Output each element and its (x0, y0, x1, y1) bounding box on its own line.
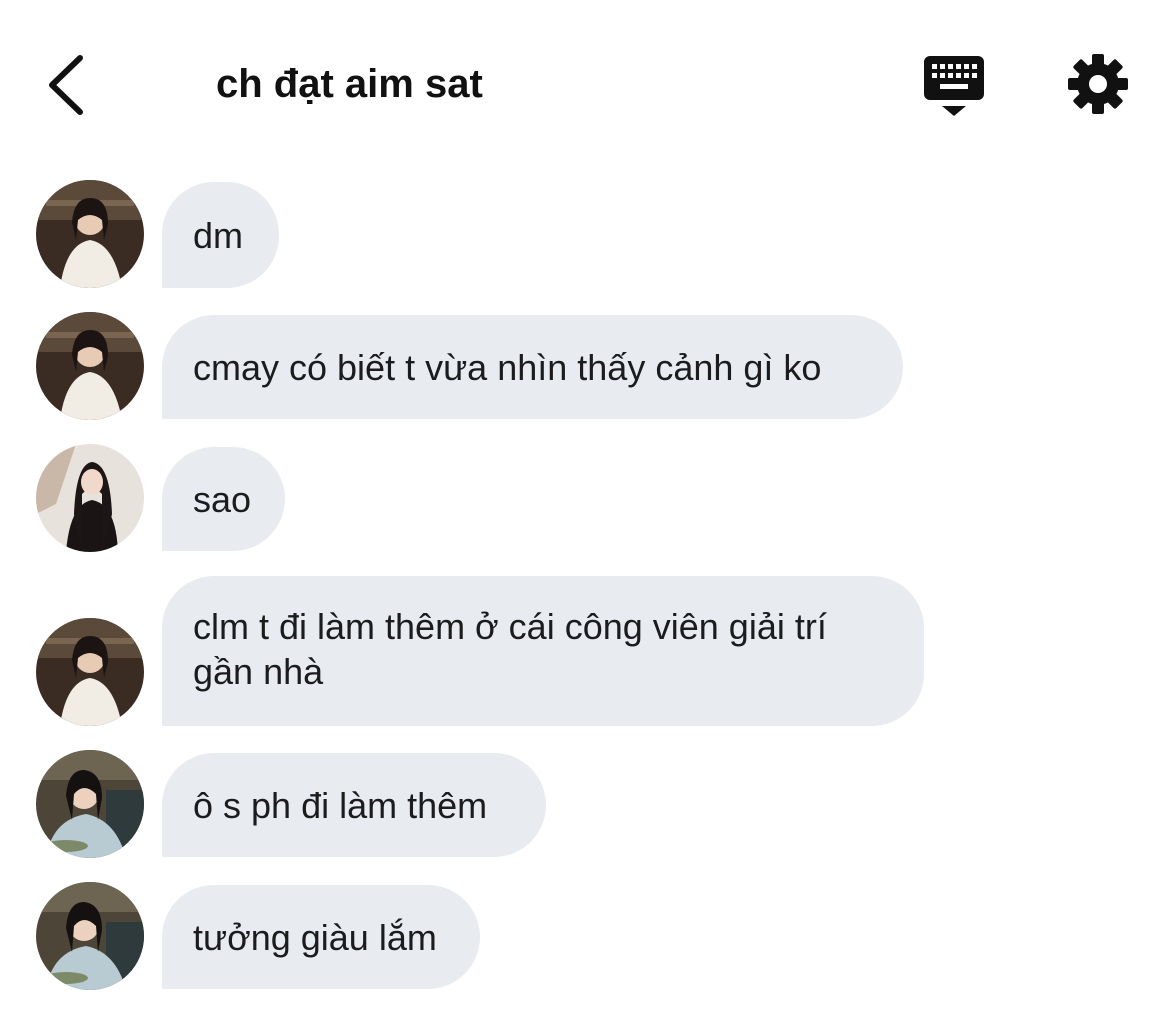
message-row: ô s ph đi làm thêm (0, 750, 1170, 860)
keyboard-icon (924, 56, 984, 116)
message-bubble[interactable]: sao (162, 447, 285, 551)
chat-title: ch đạt aim sat (216, 62, 483, 106)
message-bubble[interactable]: dm (162, 182, 279, 288)
avatar[interactable] (36, 750, 144, 858)
message-bubble[interactable]: tưởng giàu lắm (162, 885, 480, 989)
message-row: cmay có biết t vừa nhìn thấy cảnh gì ko (0, 312, 1170, 422)
back-button[interactable] (40, 50, 100, 120)
gear-icon (1068, 54, 1128, 114)
message-row: sao (0, 444, 1170, 554)
settings-button[interactable] (1066, 52, 1130, 116)
keyboard-button[interactable] (920, 54, 988, 120)
chat-header: ch đạt aim sat (0, 0, 1170, 160)
chevron-left-icon (49, 55, 83, 115)
avatar[interactable] (36, 882, 144, 990)
avatar[interactable] (36, 312, 144, 420)
message-row: dm (0, 180, 1170, 290)
message-row: clm t đi làm thêm ở cái công viên giải t… (0, 576, 1170, 726)
message-bubble[interactable]: ô s ph đi làm thêm (162, 753, 546, 857)
avatar[interactable] (36, 444, 144, 552)
avatar[interactable] (36, 180, 144, 288)
message-bubble[interactable]: clm t đi làm thêm ở cái công viên giải t… (162, 576, 924, 726)
message-bubble[interactable]: cmay có biết t vừa nhìn thấy cảnh gì ko (162, 315, 903, 419)
message-row: tưởng giàu lắm (0, 882, 1170, 992)
avatar[interactable] (36, 618, 144, 726)
